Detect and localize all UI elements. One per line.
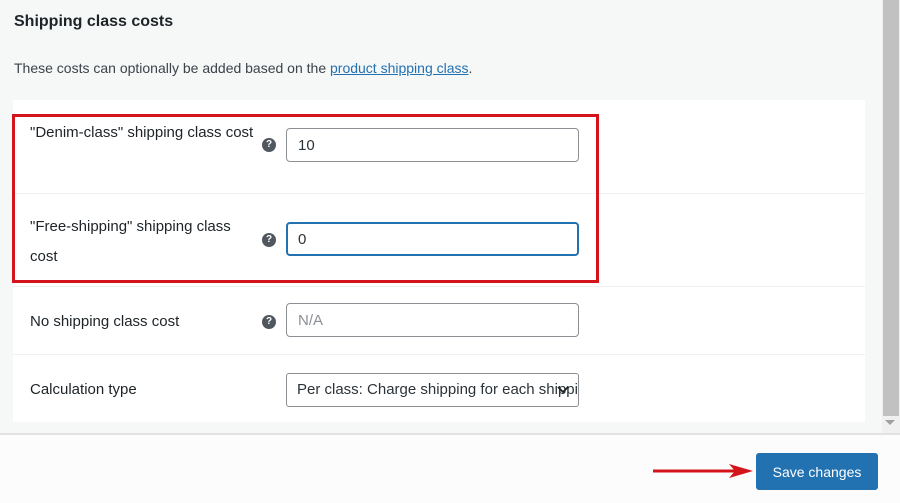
footer-bar: Save changes — [0, 433, 900, 503]
arrow-annotation-icon — [653, 464, 753, 478]
description-text: These costs can optionally be added base… — [14, 60, 330, 76]
field-row-denim-class: "Denim-class" shipping class cost ? — [13, 100, 865, 194]
settings-panel: Shipping class costs These costs can opt… — [0, 0, 900, 433]
field-label-no-shipping-class: No shipping class cost — [30, 313, 180, 330]
description-suffix: . — [468, 60, 473, 76]
help-icon[interactable]: ? — [262, 138, 276, 152]
field-row-calculation-type: Calculation type Per class: Charge shipp… — [13, 355, 865, 422]
section-title: Shipping class costs — [14, 13, 174, 30]
field-label-free-shipping: "Free-shipping" shipping class cost — [30, 218, 231, 265]
free-shipping-cost-input[interactable] — [286, 222, 579, 256]
field-label-calculation-type: Calculation type — [30, 381, 137, 398]
field-row-free-shipping: "Free-shipping" shipping class cost ? — [13, 194, 865, 287]
form-table: "Denim-class" shipping class cost ? "Fre… — [13, 100, 865, 422]
help-icon[interactable]: ? — [262, 233, 276, 247]
section-description: These costs can optionally be added base… — [14, 60, 472, 76]
no-shipping-class-cost-input[interactable] — [286, 303, 579, 337]
field-label-denim-class: "Denim-class" shipping class cost — [30, 124, 254, 141]
vertical-scrollbar[interactable] — [882, 0, 900, 433]
help-icon[interactable]: ? — [262, 315, 276, 329]
scrollbar-thumb[interactable] — [883, 0, 899, 416]
calculation-type-select[interactable]: Per class: Charge shipping for each ship… — [286, 373, 579, 407]
product-shipping-class-link[interactable]: product shipping class — [330, 60, 469, 76]
save-changes-button[interactable]: Save changes — [756, 453, 878, 490]
chevron-down-icon — [557, 374, 569, 406]
field-row-no-shipping-class: No shipping class cost ? — [13, 287, 865, 355]
calculation-type-value: Per class: Charge shipping for each ship… — [297, 381, 578, 398]
denim-class-cost-input[interactable] — [286, 128, 579, 162]
scroll-down-arrow-icon[interactable] — [885, 420, 895, 425]
